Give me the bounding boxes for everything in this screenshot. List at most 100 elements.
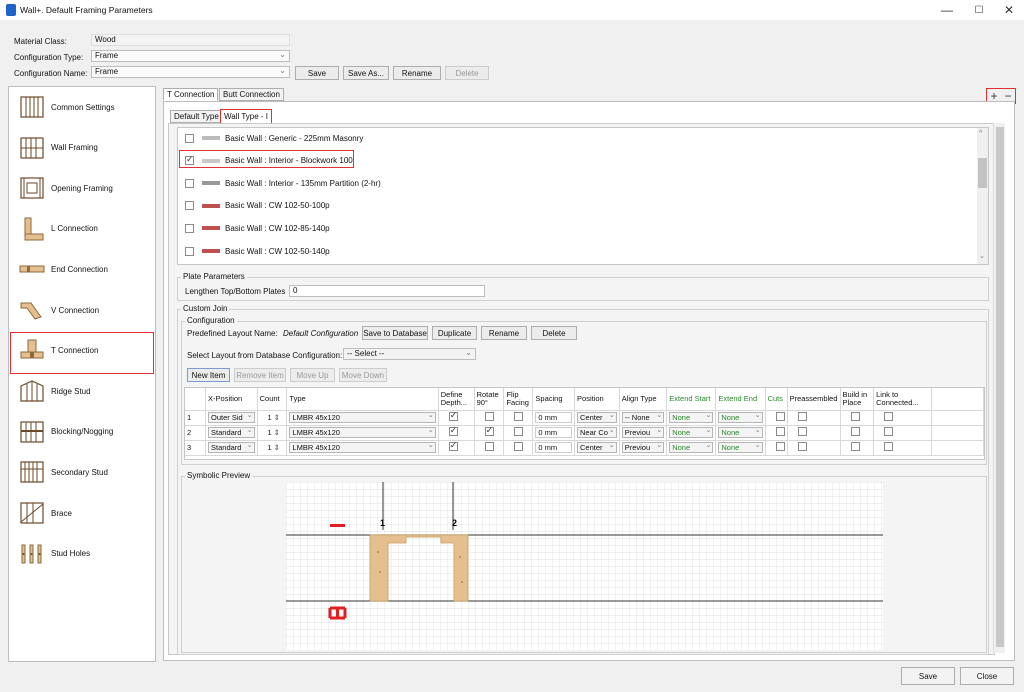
- scroll-up-icon[interactable]: ^: [979, 130, 982, 137]
- delete-layout-button[interactable]: Delete: [531, 326, 577, 340]
- wall-type-checkbox[interactable]: [185, 223, 194, 233]
- save-button[interactable]: Save: [901, 667, 955, 685]
- column-header[interactable]: Define Depth...: [438, 388, 475, 411]
- move-down-button[interactable]: Move Down: [339, 368, 387, 382]
- column-header[interactable]: Spacing: [532, 388, 576, 411]
- table-row[interactable]: 3Standard1⇕LMBR 45x120 0 mm Center Previou N…: [185, 440, 984, 456]
- preassembled-checkbox[interactable]: [797, 412, 807, 421]
- table-cell[interactable]: Center: [574, 410, 620, 426]
- main-scrollbar-thumb[interactable]: [996, 127, 1004, 647]
- list-scrollbar-thumb[interactable]: [978, 158, 987, 188]
- column-header[interactable]: Cuts: [765, 388, 788, 411]
- sidebar-item-wall-framing[interactable]: Wall Framing: [11, 128, 151, 168]
- tab-t-connection[interactable]: T Connection: [163, 88, 219, 101]
- table-cell[interactable]: LMBR 45x120: [286, 440, 439, 456]
- column-header[interactable]: Type: [286, 388, 439, 411]
- table-cell[interactable]: [474, 425, 505, 441]
- preassembled-checkbox[interactable]: [797, 427, 807, 436]
- rotate-90-checkbox[interactable]: [484, 425, 494, 436]
- extend-start-select[interactable]: None: [669, 427, 714, 438]
- table-cell[interactable]: None: [666, 410, 717, 426]
- sidebar-item-brace[interactable]: Brace: [11, 493, 151, 533]
- define-depth-checkbox[interactable]: [448, 410, 458, 421]
- x-position-select[interactable]: Outer Sid: [208, 412, 255, 423]
- table-cell[interactable]: [873, 425, 932, 441]
- table-cell[interactable]: None: [715, 410, 766, 426]
- table-cell[interactable]: LMBR 45x120: [286, 410, 439, 426]
- table-cell[interactable]: [438, 410, 475, 426]
- table-cell[interactable]: Previou: [619, 440, 668, 456]
- x-position-select[interactable]: Standard: [208, 442, 255, 453]
- position-select[interactable]: Center: [577, 442, 617, 453]
- spacing-input[interactable]: 0 mm: [535, 412, 573, 423]
- table-cell[interactable]: [503, 425, 534, 441]
- column-header[interactable]: Extend End: [715, 388, 766, 411]
- table-cell[interactable]: None: [715, 440, 766, 456]
- table-cell[interactable]: -- None: [619, 410, 668, 426]
- wall-type-row[interactable]: Basic Wall : CW 102-50-100p: [185, 197, 330, 215]
- column-header[interactable]: Align Type: [619, 388, 668, 411]
- wall-type-row[interactable]: Basic Wall : Interior - 135mm Partition …: [185, 174, 381, 192]
- duplicate-button[interactable]: Duplicate: [432, 326, 477, 340]
- flip-facing-checkbox[interactable]: [514, 412, 524, 421]
- column-header[interactable]: Extend Start: [666, 388, 717, 411]
- table-cell[interactable]: [438, 440, 475, 456]
- type-select[interactable]: LMBR 45x120: [289, 442, 436, 453]
- link-connected-checkbox[interactable]: [884, 412, 894, 421]
- table-cell[interactable]: Standard: [205, 440, 258, 456]
- table-cell[interactable]: 0 mm: [532, 440, 576, 456]
- wall-type-checkbox[interactable]: [185, 201, 194, 211]
- sidebar-item-blocking-nogging[interactable]: Blocking/Nogging: [11, 412, 151, 452]
- define-depth-checkbox[interactable]: [448, 440, 458, 451]
- table-cell[interactable]: None: [715, 425, 766, 441]
- column-header[interactable]: Build in Place: [840, 388, 875, 411]
- table-cell[interactable]: [474, 410, 505, 426]
- new-item-button[interactable]: New Item: [187, 368, 230, 382]
- wall-type-row[interactable]: Basic Wall : Generic - 225mm Masonry: [185, 129, 363, 147]
- preassembled-checkbox[interactable]: [797, 442, 807, 451]
- column-header[interactable]: [185, 388, 207, 411]
- table-cell[interactable]: None: [666, 425, 717, 441]
- save-as-button[interactable]: Save As...: [343, 66, 389, 80]
- delete-config-button[interactable]: Delete: [445, 66, 489, 80]
- build-in-place-checkbox[interactable]: [850, 442, 860, 451]
- extend-start-select[interactable]: None: [669, 442, 714, 453]
- rotate-90-checkbox[interactable]: [484, 442, 494, 451]
- column-header[interactable]: Count: [257, 388, 288, 411]
- table-cell[interactable]: [474, 440, 505, 456]
- save-to-database-button[interactable]: Save to Database: [362, 326, 428, 340]
- table-cell[interactable]: [765, 410, 788, 426]
- sidebar-item-stud-holes[interactable]: Stud Holes: [11, 534, 151, 574]
- extend-end-select[interactable]: None: [718, 442, 763, 453]
- table-row[interactable]: 1Outer Sid1⇕LMBR 45x120 0 mm Center -- None…: [185, 410, 984, 426]
- position-select[interactable]: Near Co: [577, 427, 617, 438]
- align-type-select[interactable]: Previou: [621, 442, 665, 453]
- rename-config-button[interactable]: Rename: [393, 66, 441, 80]
- close-window-button[interactable]: ✕: [996, 2, 1022, 18]
- configuration-type-select[interactable]: Frame ⌄: [91, 50, 290, 62]
- table-cell[interactable]: [503, 440, 534, 456]
- cuts-checkbox[interactable]: [775, 442, 785, 451]
- configuration-name-select[interactable]: Frame ⌄: [91, 66, 290, 78]
- save-config-button[interactable]: Save: [295, 66, 339, 80]
- table-cell[interactable]: [873, 410, 932, 426]
- x-position-select[interactable]: Standard: [208, 427, 255, 438]
- tab-butt-connection[interactable]: Butt Connection: [219, 88, 284, 101]
- table-cell[interactable]: [840, 410, 875, 426]
- select-layout-dropdown[interactable]: -- Select -- ⌄: [343, 348, 476, 360]
- flip-facing-checkbox[interactable]: [514, 427, 524, 436]
- scroll-down-icon[interactable]: ⌄: [979, 252, 985, 260]
- table-cell[interactable]: Previou: [619, 425, 668, 441]
- rename-layout-button[interactable]: Rename: [481, 326, 527, 340]
- table-cell[interactable]: Near Co: [574, 425, 620, 441]
- cuts-checkbox[interactable]: [775, 427, 785, 436]
- table-cell[interactable]: 0 mm: [532, 410, 576, 426]
- sidebar-item-end-connection[interactable]: End Connection: [11, 249, 151, 289]
- column-header[interactable]: Rotate 90°: [474, 388, 505, 411]
- spinner-icon[interactable]: ⇕: [274, 428, 280, 437]
- link-connected-checkbox[interactable]: [884, 442, 894, 451]
- flip-facing-checkbox[interactable]: [514, 442, 524, 451]
- table-cell[interactable]: [787, 440, 841, 456]
- tab-default-type[interactable]: Default Type: [170, 110, 223, 123]
- move-up-button[interactable]: Move Up: [290, 368, 335, 382]
